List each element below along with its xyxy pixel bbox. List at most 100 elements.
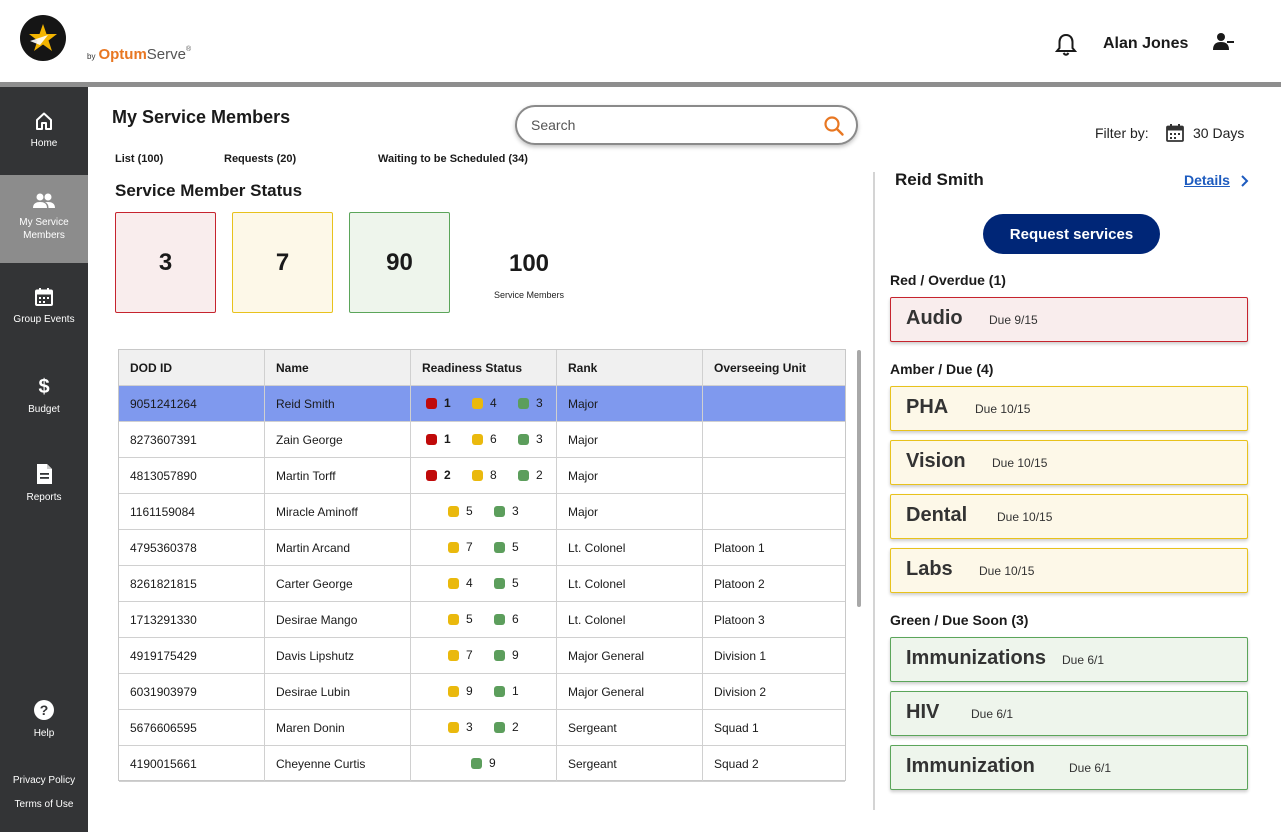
rank-cell: Lt. Colonel: [557, 530, 703, 565]
service-due-date: Due 10/15: [979, 564, 1035, 578]
green-status-dot: [518, 470, 529, 481]
star-logo-icon[interactable]: [20, 15, 66, 61]
column-header[interactable]: Readiness Status: [411, 350, 557, 385]
account-icon[interactable]: [1213, 32, 1235, 57]
sidebar-item-help[interactable]: ? Help: [0, 699, 88, 740]
amber-status-dot: [448, 506, 459, 517]
tab-requests[interactable]: Requests (20): [224, 153, 296, 165]
unit-cell: Division 1: [714, 648, 767, 663]
status-red-count[interactable]: 3: [115, 212, 216, 313]
amber-status-count: 8: [490, 468, 497, 482]
calendar-icon[interactable]: [1165, 123, 1185, 148]
sidebar-item-my-service-members[interactable]: My Service Members: [0, 175, 88, 263]
status-amber-count[interactable]: 7: [232, 212, 333, 313]
name-cell: Cheyenne Curtis: [265, 746, 411, 781]
sidebar-item-budget[interactable]: $ Budget: [0, 375, 88, 416]
sidebar-item-home[interactable]: Home: [0, 111, 88, 150]
table-row[interactable]: 6031903979 Desirae Lubin Major General Divi…: [119, 674, 845, 710]
table-row[interactable]: 8273607391 Zain George Major 1 6 3: [119, 422, 845, 458]
green-status-count: 5: [512, 540, 519, 554]
readiness-indicators: 9: [411, 746, 557, 782]
table-row[interactable]: 1161159084 Miracle Aminoff Major 5 3: [119, 494, 845, 530]
service-member-status-title: Service Member Status: [115, 181, 303, 200]
header-divider: [0, 82, 1281, 87]
people-icon: [33, 193, 55, 208]
terms-of-use-link[interactable]: Terms of Use: [0, 799, 88, 810]
column-header[interactable]: Rank: [557, 350, 703, 385]
service-card[interactable]: Vision Due 10/15: [890, 440, 1248, 485]
table-row[interactable]: 8261821815 Carter George Lt. Colonel Platoo…: [119, 566, 845, 602]
amber-status-dot: [448, 542, 459, 553]
table-row[interactable]: 1713291330 Desirae Mango Lt. Colonel Platoo…: [119, 602, 845, 638]
details-link[interactable]: Details: [1184, 172, 1230, 188]
table-row[interactable]: 5676606595 Maren Donin Sergeant Squad 132: [119, 710, 845, 746]
service-card[interactable]: Dental Due 10/15: [890, 494, 1248, 539]
filter-value-dropdown[interactable]: 30 Days: [1193, 125, 1244, 141]
table-row[interactable]: 4190015661 Cheyenne Curtis Sergeant Squad 2…: [119, 746, 845, 782]
sidebar-item-group-events[interactable]: Group Events: [0, 287, 88, 326]
dod-id-cell: 8261821815: [119, 566, 265, 601]
unit-cell: Squad 1: [714, 720, 759, 735]
service-card[interactable]: Audio Due 9/15: [890, 297, 1248, 342]
service-card[interactable]: Labs Due 10/15: [890, 548, 1248, 593]
readiness-indicators: 79: [411, 638, 557, 674]
readiness-indicators: 45: [411, 566, 557, 602]
amber-status-count: 6: [490, 432, 497, 446]
home-icon: [36, 112, 52, 130]
green-status-count: 2: [536, 468, 543, 482]
service-name: Immunizations: [906, 647, 1047, 669]
green-group-title: Green / Due Soon (3): [890, 612, 1029, 628]
column-header[interactable]: Name: [265, 350, 411, 385]
table-row[interactable]: 4795360378 Martin Arcand Lt. Colonel Platoo…: [119, 530, 845, 566]
dod-id-cell: 4813057890: [119, 458, 265, 493]
readiness-indicators: 1 6 3: [411, 422, 557, 458]
search-icon[interactable]: [823, 115, 845, 142]
request-services-button[interactable]: Request services: [983, 214, 1160, 254]
amber-status-dot: [448, 722, 459, 733]
service-card[interactable]: HIV Due 6/1: [890, 691, 1248, 736]
status-green-count[interactable]: 90: [349, 212, 450, 313]
table-row[interactable]: 4919175429 Davis Lipshutz Major General Div…: [119, 638, 845, 674]
amber-status-count: 4: [466, 576, 473, 590]
service-card[interactable]: PHA Due 10/15: [890, 386, 1248, 431]
tab-list[interactable]: List (100): [115, 153, 163, 165]
search-input[interactable]: [531, 115, 811, 135]
privacy-policy-link[interactable]: Privacy Policy: [0, 775, 88, 786]
user-name[interactable]: Alan Jones: [1103, 35, 1188, 53]
green-status-count: 2: [512, 720, 519, 734]
column-header[interactable]: DOD ID: [119, 350, 265, 385]
name-cell: Martin Arcand: [265, 530, 411, 565]
bell-icon[interactable]: [1054, 33, 1078, 62]
table-row[interactable]: 4813057890 Martin Torff Major 2 8 2: [119, 458, 845, 494]
unit-cell: Platoon 2: [714, 576, 765, 591]
service-due-date: Due 10/15: [992, 456, 1048, 470]
sidebar-item-label: My Service Members: [19, 217, 69, 241]
dod-id-cell: 4190015661: [119, 746, 265, 781]
column-header[interactable]: Overseeing Unit: [703, 350, 845, 385]
sidebar-item-reports[interactable]: Reports: [0, 463, 88, 504]
name-cell: Desirae Mango: [265, 602, 411, 637]
unit-cell: [703, 458, 845, 493]
green-status-count: 3: [536, 396, 543, 410]
service-name: PHA: [906, 396, 949, 418]
chevron-right-icon[interactable]: [1239, 174, 1249, 192]
service-card[interactable]: Immunization Due 6/1: [890, 745, 1248, 790]
amber-status-count: 3: [466, 720, 473, 734]
brand-serve-text: Serve: [146, 46, 186, 63]
service-due-date: Due 6/1: [1062, 653, 1105, 667]
amber-status-dot: [448, 650, 459, 661]
service-card[interactable]: Immunizations Due 6/1: [890, 637, 1248, 682]
tab-waiting-to-be-scheduled[interactable]: Waiting to be Scheduled (34): [378, 153, 528, 165]
rank-cell: Lt. Colonel: [557, 602, 703, 637]
red-status-dot: [426, 470, 437, 481]
dod-id-cell: 6031903979: [119, 674, 265, 709]
search-box[interactable]: [515, 105, 858, 145]
table-row[interactable]: 9051241264 Reid Smith Major 1 4 3: [119, 386, 845, 422]
red-status-count: 1: [444, 396, 451, 410]
table-scrollbar[interactable]: [857, 350, 861, 607]
red-status-count: 1: [444, 432, 451, 446]
dollar-icon: $: [38, 376, 49, 397]
top-header: by OptumServe® Alan Jones: [0, 0, 1281, 82]
green-status-count: 9: [489, 756, 496, 770]
red-status-count: 2: [444, 468, 451, 482]
